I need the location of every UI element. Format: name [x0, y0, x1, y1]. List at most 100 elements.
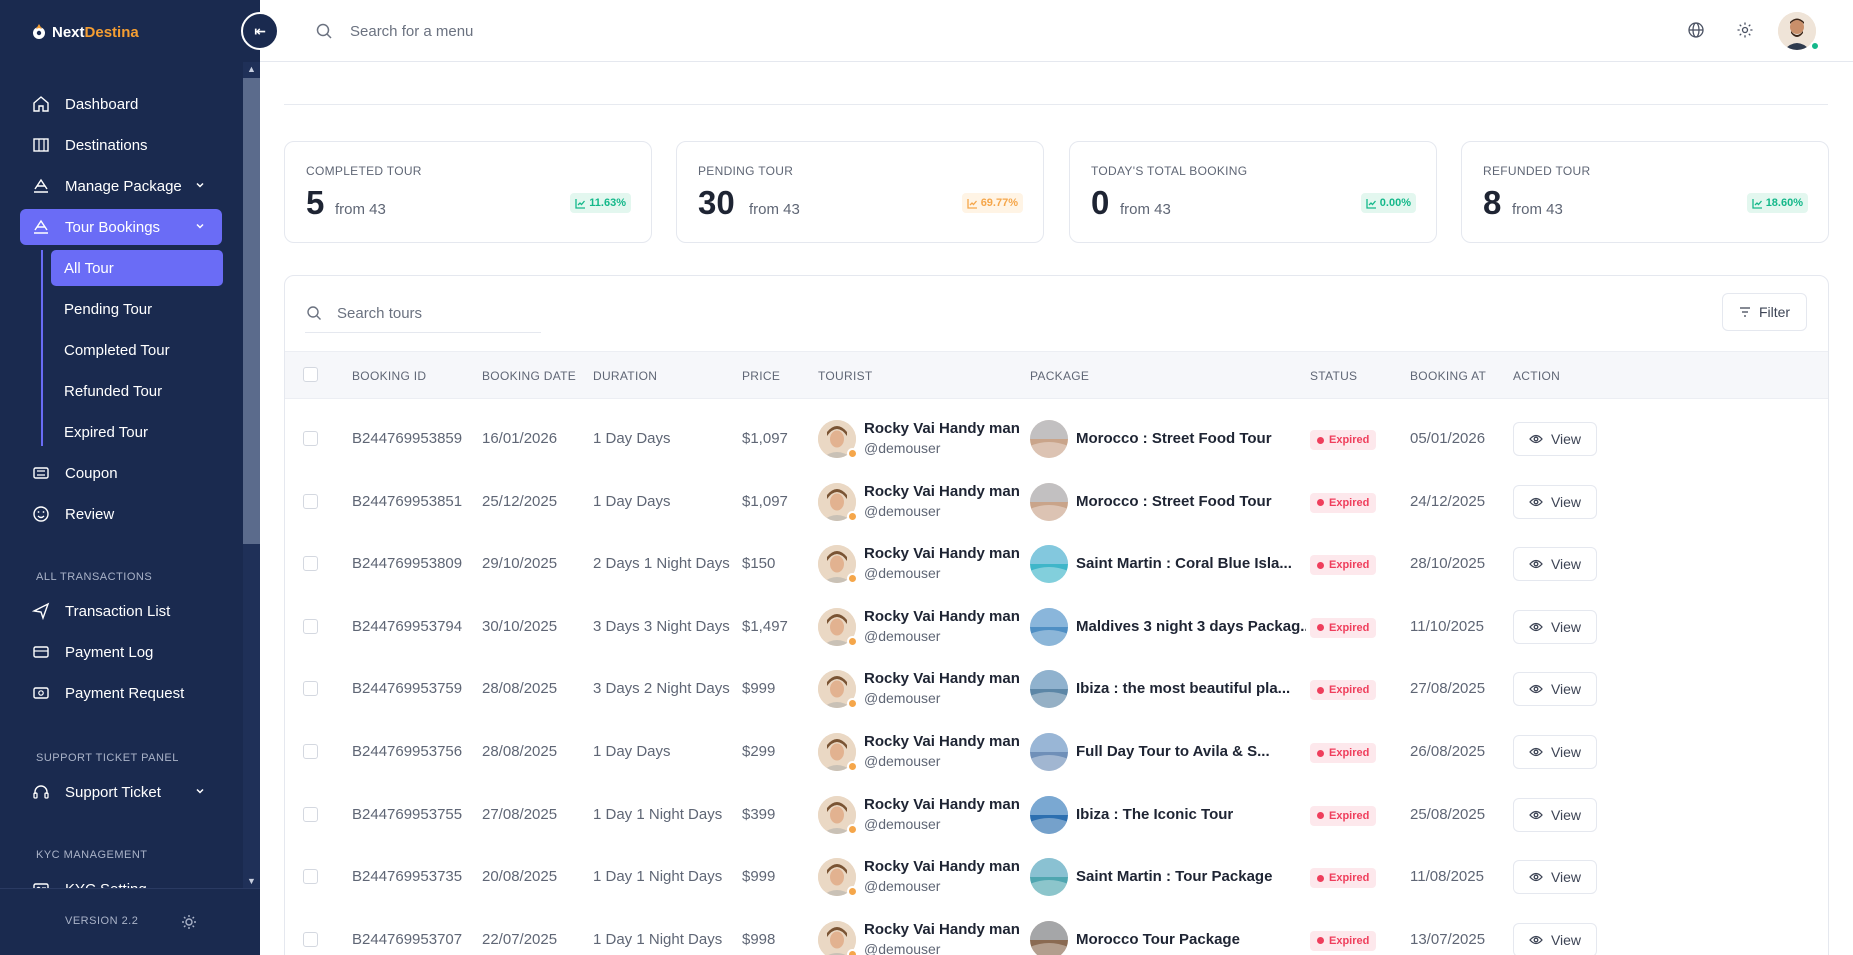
home-icon — [33, 96, 49, 112]
column-header-status[interactable]: STATUS — [1310, 369, 1357, 383]
view-button[interactable]: View — [1513, 860, 1597, 895]
package-name[interactable]: Ibiza : the most beautiful pla... — [1076, 680, 1290, 697]
view-button[interactable]: View — [1513, 797, 1597, 832]
sidebar-subitem-expired-tour[interactable]: Expired Tour — [51, 414, 223, 450]
package-name[interactable]: Maldives 3 night 3 days Packag... — [1076, 618, 1306, 635]
sidebar-collapse-button[interactable]: ⇤ — [241, 12, 279, 50]
sidebar-subitem-refunded-tour[interactable]: Refunded Tour — [51, 373, 223, 409]
brand-logo[interactable]: Next Destina — [30, 20, 139, 44]
sidebar-subitem-completed-tour[interactable]: Completed Tour — [51, 332, 223, 368]
column-header-action[interactable]: ACTION — [1513, 369, 1560, 383]
sidebar-item-dashboard[interactable]: Dashboard — [20, 86, 222, 122]
table-row[interactable]: B244769953759 28/08/2025 3 Days 2 Night Da… — [285, 658, 1828, 721]
menu-search-input[interactable] — [350, 18, 750, 44]
package-name[interactable]: Full Day Tour to Avila & S... — [1076, 743, 1270, 760]
globe-icon[interactable] — [1687, 21, 1705, 39]
sidebar-item-transaction-list[interactable]: Transaction List — [20, 593, 222, 629]
view-button[interactable]: View — [1513, 547, 1597, 582]
view-button[interactable]: View — [1513, 609, 1597, 644]
row-checkbox[interactable] — [303, 493, 318, 509]
tourist-name: Rocky Vai Handy man — [864, 482, 1020, 500]
row-checkbox[interactable] — [303, 744, 318, 759]
row-checkbox[interactable] — [303, 431, 318, 446]
tourist-status-dot — [847, 573, 858, 585]
view-label: View — [1550, 744, 1582, 760]
scroll-up-arrow-icon[interactable]: ▲ — [243, 62, 260, 76]
status-text: Expired — [1329, 809, 1370, 822]
eye-icon — [1529, 873, 1543, 882]
table-row[interactable]: B244769953809 29/10/2025 2 Days 1 Night Da… — [285, 533, 1828, 596]
sidebar-scrollbar[interactable]: ▲ ▼ — [243, 62, 260, 888]
status-badge: Expired — [1310, 868, 1377, 889]
view-button[interactable]: View — [1513, 484, 1597, 519]
view-button[interactable]: View — [1513, 922, 1597, 955]
bookings-icon — [34, 219, 48, 234]
scroll-down-arrow-icon[interactable]: ▼ — [243, 874, 260, 888]
view-button[interactable]: View — [1513, 422, 1597, 456]
sun-icon[interactable] — [181, 914, 197, 930]
tourist-status-dot — [847, 823, 858, 835]
package-name[interactable]: Saint Martin : Tour Package — [1076, 868, 1272, 885]
table-row[interactable]: B244769953756 28/08/2025 1 Day Days $299 Roc… — [285, 721, 1828, 784]
column-header-price[interactable]: PRICE — [742, 369, 780, 383]
filter-button[interactable]: Filter — [1722, 293, 1807, 331]
column-header-booking-at[interactable]: BOOKING AT — [1410, 369, 1486, 383]
eye-icon — [1529, 810, 1543, 819]
column-header-booking-date[interactable]: BOOKING DATE — [482, 369, 576, 383]
sidebar-item-payment-request[interactable]: Payment Request — [20, 675, 222, 711]
row-checkbox[interactable] — [303, 681, 318, 697]
sidebar-item-coupon[interactable]: Coupon — [20, 455, 222, 491]
package-thumbnail — [1030, 482, 1068, 521]
tourist-status-dot — [847, 886, 858, 898]
sidebar-item-kyc-setting[interactable]: KYC Setting — [20, 871, 222, 888]
table-row[interactable]: B244769953735 20/08/2025 1 Day 1 Night Day… — [285, 846, 1828, 909]
column-header-duration[interactable]: DURATION — [593, 369, 657, 383]
sidebar-item-manage-package[interactable]: Manage Package — [20, 168, 222, 204]
package-name[interactable]: Ibiza : The Iconic Tour — [1076, 806, 1233, 823]
package-name[interactable]: Morocco Tour Package — [1076, 931, 1240, 948]
select-all-checkbox[interactable] — [303, 367, 318, 382]
row-checkbox[interactable] — [303, 556, 318, 572]
table-row[interactable]: B244769953859 16/01/2026 1 Day Days $1,097 R… — [285, 408, 1828, 471]
package-thumbnail — [1030, 858, 1068, 897]
row-checkbox[interactable] — [303, 618, 318, 634]
booking-at: 05/01/2026 — [1410, 430, 1486, 447]
sidebar-subitem-pending-tour[interactable]: Pending Tour — [51, 291, 223, 327]
sidebar-item-support-ticket[interactable]: Support Ticket — [20, 774, 222, 810]
tourist-name: Rocky Vai Handy man — [864, 420, 1020, 437]
stat-label: COMPLETED TOUR — [306, 164, 422, 178]
view-button[interactable]: View — [1513, 672, 1597, 707]
section-label: ALL TRANSACTIONS — [36, 571, 153, 583]
view-label: View — [1550, 493, 1582, 510]
stat-card: PENDING TOUR 30 from 43 69.77% — [676, 141, 1044, 243]
duration: 1 Day 1 Night Days — [593, 805, 723, 823]
row-checkbox[interactable] — [303, 806, 318, 822]
collapse-arrow-icon: ⇤ — [254, 22, 266, 39]
sidebar-item-tour-bookings[interactable]: Tour Bookings — [20, 209, 222, 245]
sidebar-item-payment-log[interactable]: Payment Log — [20, 634, 222, 670]
sidebar-subitem-all-tour[interactable]: All Tour — [51, 250, 223, 286]
table-row[interactable]: B244769953707 22/07/2025 1 Day 1 Night Day… — [285, 909, 1828, 955]
column-header-tourist[interactable]: TOURIST — [818, 369, 873, 383]
trend-up-icon — [1366, 198, 1376, 209]
gear-icon[interactable] — [1736, 21, 1754, 39]
scrollbar-thumb[interactable] — [243, 78, 260, 544]
booking-date: 25/12/2025 — [482, 492, 558, 510]
package-name[interactable]: Morocco : Street Food Tour — [1076, 493, 1272, 510]
package-name[interactable]: Saint Martin : Coral Blue Isla... — [1076, 555, 1292, 572]
row-checkbox[interactable] — [303, 931, 318, 947]
row-checkbox[interactable] — [303, 869, 318, 885]
table-row[interactable]: B244769953755 27/08/2025 1 Day 1 Night Day… — [285, 784, 1828, 847]
table-row[interactable]: B244769953794 30/10/2025 3 Days 3 Night Da… — [285, 596, 1828, 659]
booking-at: 11/10/2025 — [1410, 617, 1484, 635]
table-row[interactable]: B244769953851 25/12/2025 1 Day Days $1,097 R… — [285, 471, 1828, 534]
sidebar-item-review[interactable]: Review — [20, 496, 222, 532]
package-name[interactable]: Morocco : Street Food Tour — [1076, 430, 1272, 447]
view-button[interactable]: View — [1513, 735, 1597, 769]
column-header-package[interactable]: PACKAGE — [1030, 369, 1089, 383]
column-header-booking-id[interactable]: BOOKING ID — [352, 369, 426, 383]
sidebar-item-destinations[interactable]: Destinations — [20, 127, 222, 163]
trend-up-icon — [575, 198, 586, 209]
tour-search-input[interactable] — [337, 298, 517, 328]
status-dot — [1317, 499, 1324, 507]
